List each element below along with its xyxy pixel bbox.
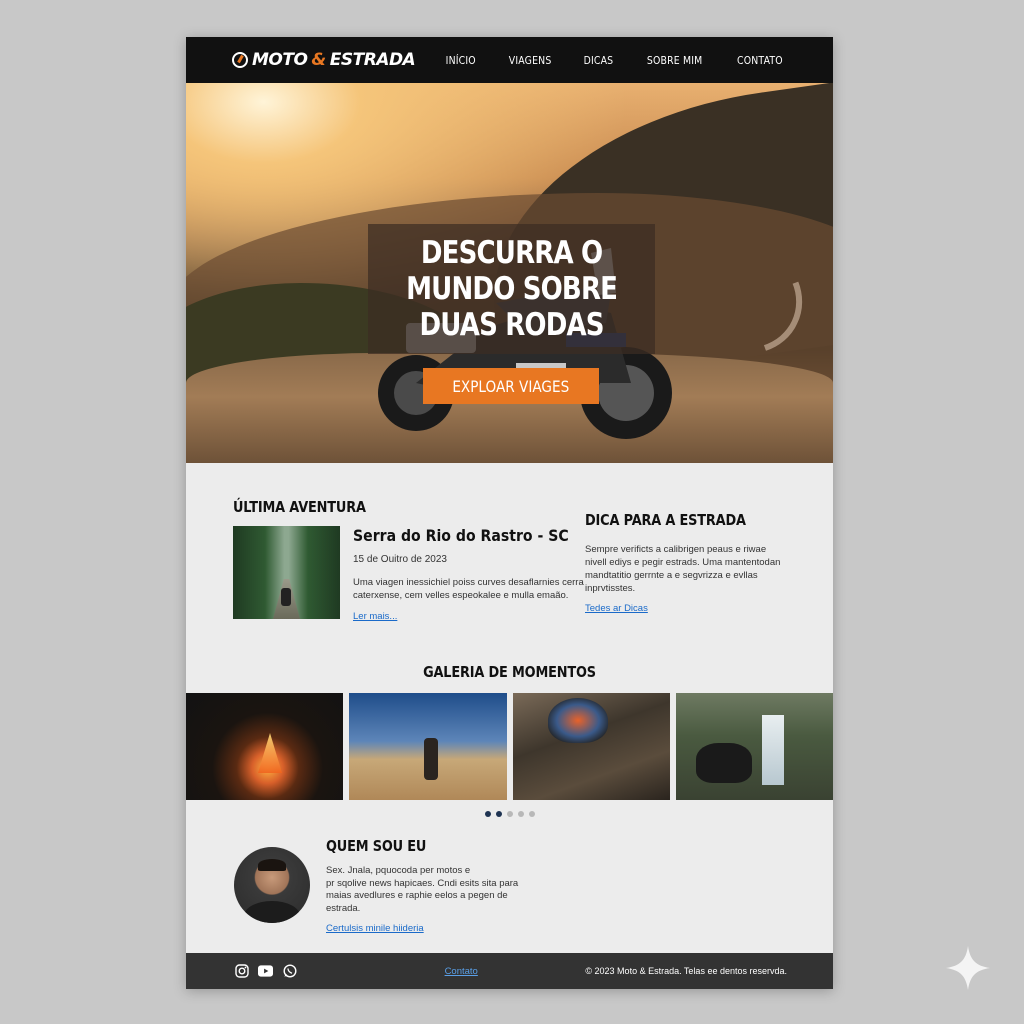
hero-title-line: DESCURRA O [420,235,603,271]
sparkle-icon [946,946,990,990]
gallery-heading-wrap: GALERIA DE MOMENTOS [186,663,833,682]
nav-link-viagens[interactable]: VIAGENS [508,54,551,67]
motorcycle-logo-icon [232,52,248,68]
road-tip-section: DICA PARA A ESTRADA Sempre verificts a c… [585,511,785,616]
nav-link-dicas[interactable]: DICAS [584,54,614,67]
site-footer: Contato © 2023 Moto & Estrada. Telas ee … [186,953,833,989]
about-text-line: maias avedlures e raphie eelos a pegen d… [326,890,508,914]
nav-link-inicio[interactable]: INÍCIO [446,54,476,67]
main-menu: INÍCIO VIAGENS DICAS SOBRE MIM CONTATO [443,54,787,67]
about-section: QUEM SOU EU Sex. Jnala, pquocoda per mot… [234,837,536,936]
read-more-link[interactable]: Ler mais... [353,611,397,622]
about-text-line: Sex. Jnala, pquocoda per motos e [326,865,471,876]
adventure-date: 15 de Ouitro de 2023 [353,554,447,565]
rider-figure [281,588,291,606]
gallery-dot[interactable] [484,811,491,817]
top-nav: MOTO & ESTRADA INÍCIO VIAGENS DICAS SOBR… [186,37,833,83]
avatar [234,847,310,923]
adventure-thumbnail[interactable] [233,526,340,619]
about-text-line: pr sqolive news hapicaes. Cndi esits sit… [326,877,519,889]
adventure-excerpt: Uma viagen inessichiel poiss curves desa… [353,577,584,601]
about-text: Sex. Jnala, pquocoda per motos e pr sqol… [326,865,536,915]
social-links [234,964,297,979]
adventure-title[interactable]: Serra do Rio do Rastro - SC [353,526,569,545]
gallery-image-rider-desert-road[interactable] [349,693,507,800]
latest-adventure-heading: ÚLTIMA AVENTURA [233,498,366,516]
site-logo[interactable]: MOTO & ESTRADA [232,50,416,70]
page: MOTO & ESTRADA INÍCIO VIAGENS DICAS SOBR… [186,37,833,989]
whatsapp-icon[interactable] [282,964,297,979]
gallery-dot[interactable] [495,811,502,817]
avatar-hair [258,859,286,871]
avatar-shirt [244,901,300,923]
full-story-link[interactable]: Certulsis minile hiideria [326,923,424,934]
nav-link-contato[interactable]: CONTATO [737,54,783,67]
road-tip-heading: DICA PARA A ESTRADA [585,511,746,529]
copyright-text: © 2023 Moto & Estrada. Telas ee dentos r… [585,966,787,976]
logo-text-estrada: ESTRADA [329,50,416,70]
gallery-dot[interactable] [528,811,535,817]
gallery-dot[interactable] [517,811,524,817]
hero-title-box: DESCURRA O MUNDO SOBRE DUAS RODAS [368,224,655,354]
gallery-dot[interactable] [506,811,513,817]
hero-title: DESCURRA O MUNDO SOBRE DUAS RODAS [405,235,618,343]
youtube-icon[interactable] [258,964,273,979]
gallery-image-helmet-gloves[interactable] [512,693,670,800]
gallery-heading: GALERIA DE MOMENTOS [423,663,596,681]
hero-title-line: DUAS RODAS [419,307,604,343]
latest-adventure-section: ÚLTIMA AVENTURA Serra do Rio do Rastro -… [233,498,584,624]
gallery-image-bike-waterfall[interactable] [675,693,833,800]
road-tip-text: Sempre verificts a calibrigen peaus e ri… [585,544,781,594]
instagram-icon[interactable] [234,964,249,979]
logo-text-moto: MOTO [252,50,308,70]
nav-link-sobre-mim[interactable]: SOBRE MIM [647,54,703,67]
hero-title-line: MUNDO SOBRE [405,271,618,307]
explore-trips-button-label: EXPLOAR VIAGES [452,376,570,396]
photo-gallery [186,693,833,800]
gallery-image-campfire[interactable] [186,693,344,800]
explore-trips-button[interactable]: EXPLOAR VIAGES [423,368,599,404]
hero-banner: DESCURRA O MUNDO SOBRE DUAS RODAS EXPLOA… [186,83,833,463]
adventure-details: Serra do Rio do Rastro - SC 15 de Ouitro… [353,526,598,624]
logo-ampersand: & [311,50,326,70]
gallery-pagination [186,811,833,817]
footer-contact-link[interactable]: Contato [445,966,478,977]
all-tips-link[interactable]: Tedes ar Dicas [585,603,648,614]
about-heading: QUEM SOU EU [326,837,427,855]
about-content: QUEM SOU EU Sex. Jnala, pquocoda per mot… [326,837,536,936]
adventure-card: Serra do Rio do Rastro - SC 15 de Ouitro… [233,526,584,624]
